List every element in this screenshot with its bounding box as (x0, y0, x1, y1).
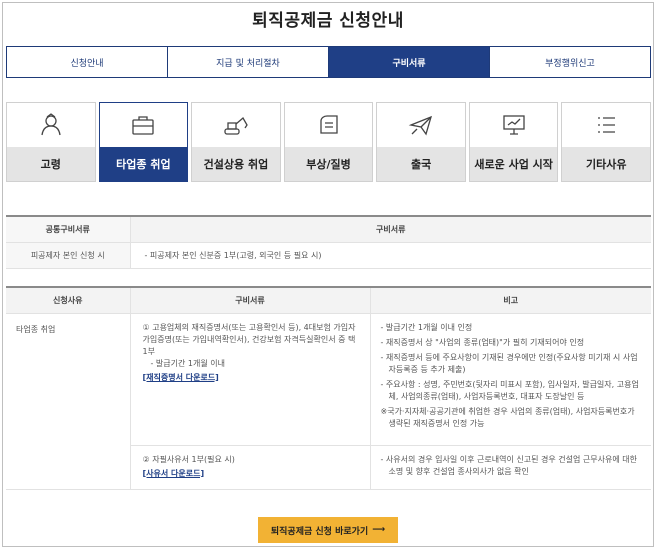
list-icon (598, 117, 616, 133)
notes-cell: - 발급기간 1개월 이내 인정 - 재직증명서 상 "사업의 종류(업태)"가… (370, 313, 651, 446)
category-departure[interactable]: 출국 (376, 102, 466, 182)
tab-fraud-report[interactable]: 부정행위신고 (490, 47, 650, 77)
arrow-right-icon: ⟶ (372, 525, 386, 535)
table-row: 피공제자 본인 신청 시 - 피공제자 본인 신분증 1부(고령, 외국인 등 … (6, 242, 651, 269)
note-item: - 발급기간 1개월 이내 인정 (380, 322, 473, 332)
page-title: 퇴직공제금 신청안내 (252, 11, 404, 31)
excavator-icon (224, 116, 248, 135)
common-documents-table: 공통구비서류 구비서류 피공제자 본인 신청 시 - 피공제자 본인 신분증 1… (6, 215, 651, 269)
documents-cell: ② 자필사유서 1부(필요 시) [사유서 다운로드] (130, 445, 371, 490)
airplane-icon (408, 115, 433, 136)
reason-documents-table: 신청사유 구비서류 비고 타업종 취업 ① 고용업체의 재직증명서(또는 고용확… (6, 286, 651, 490)
column-header: 구비서류 (130, 287, 371, 314)
note-item: - 주요사항 : 성명, 주민번호(뒷자리 미표시 포함), 입사일자, 발급일… (380, 379, 639, 401)
category-label: 새로운 사업 시작 (469, 147, 558, 181)
category-label: 고령 (7, 147, 95, 181)
column-header: 비고 (370, 287, 651, 314)
apply-shortcut-button[interactable]: 퇴직공제금 신청 바로가기 ⟶ (258, 517, 398, 543)
category-label: 타업종 취업 (99, 147, 188, 181)
statement-download-link[interactable]: [사유서 다운로드] (143, 468, 205, 480)
category-other-reason[interactable]: 기타사유 (561, 102, 652, 182)
note-item: ※국가·지자체·공공기관에 취업한 경우 사업의 종류(업태), 사업자등록번호… (380, 406, 635, 428)
column-header: 공통구비서류 (6, 216, 131, 243)
briefcase-icon (132, 116, 155, 135)
row-label: 피공제자 본인 신청 시 (6, 242, 131, 269)
table-header-row: 공통구비서류 구비서류 (6, 216, 651, 243)
documents-cell: ① 고용업체의 재직증명서(또는 고용확인서 등), 4대보험 가입자 가입증명… (130, 313, 371, 446)
employment-certificate-download-link[interactable]: [재직증명서 다운로드] (143, 372, 219, 384)
category-label: 출국 (377, 147, 465, 181)
bandage-icon (319, 115, 338, 134)
elderly-icon (41, 113, 61, 136)
table-row: 타업종 취업 ① 고용업체의 재직증명서(또는 고용확인서 등), 4대보험 가… (6, 313, 651, 490)
main-tabs: 신청안내 지급 및 처리절차 구비서류 부정행위신고 (6, 46, 651, 78)
document-text: ② 자필사유서 1부(필요 시) (142, 454, 235, 464)
reason-category-tabs: 고령 타업종 취업 건설상용 취업 부상/질병 출국 새로운 사업 시작 기타사… (6, 102, 652, 182)
category-elderly[interactable]: 고령 (6, 102, 96, 182)
row-value: - 피공제자 본인 신분증 1부(고령, 외국인 등 필요 시) (130, 242, 651, 269)
category-label: 건설상용 취업 (192, 147, 280, 181)
notes-cell: - 사유서의 경우 입사일 이후 근로내역이 신고된 경우 건설업 근무사유에 … (370, 445, 651, 490)
tab-required-documents[interactable]: 구비서류 (329, 47, 490, 77)
note-item: - 재직증명서 상 "사업의 종류(업태)"가 필히 기재되어야 인정 (380, 337, 585, 347)
tab-payment-procedure[interactable]: 지급 및 처리절차 (168, 47, 329, 77)
note-item: - 사유서의 경우 입사일 이후 근로내역이 신고된 경우 건설업 근무사유에 … (380, 454, 637, 476)
apply-shortcut-label: 퇴직공제금 신청 바로가기 (270, 526, 369, 537)
document-subtext: - 발급기간 1개월 이내 (150, 358, 226, 368)
tab-apply-guide[interactable]: 신청안내 (7, 47, 168, 77)
column-header: 신청사유 (6, 287, 131, 314)
category-construction-employment[interactable]: 건설상용 취업 (191, 102, 281, 182)
reason-cell: 타업종 취업 (6, 313, 131, 490)
table-header-row: 신청사유 구비서류 비고 (6, 287, 651, 314)
presentation-icon (503, 115, 525, 135)
note-item: - 재직증명서 등에 주요사항이 기재된 경우에만 인정(주요사항 미기재 시 … (380, 352, 638, 374)
category-injury-illness[interactable]: 부상/질병 (283, 102, 374, 182)
category-new-business[interactable]: 새로운 사업 시작 (468, 102, 559, 182)
category-other-industry[interactable]: 타업종 취업 (98, 102, 189, 182)
column-header: 구비서류 (130, 216, 651, 243)
category-label: 기타사유 (562, 147, 651, 181)
category-label: 부상/질병 (284, 147, 373, 181)
document-text: ① 고용업체의 재직증명서(또는 고용확인서 등), 4대보험 가입자 가입증명… (142, 322, 356, 356)
